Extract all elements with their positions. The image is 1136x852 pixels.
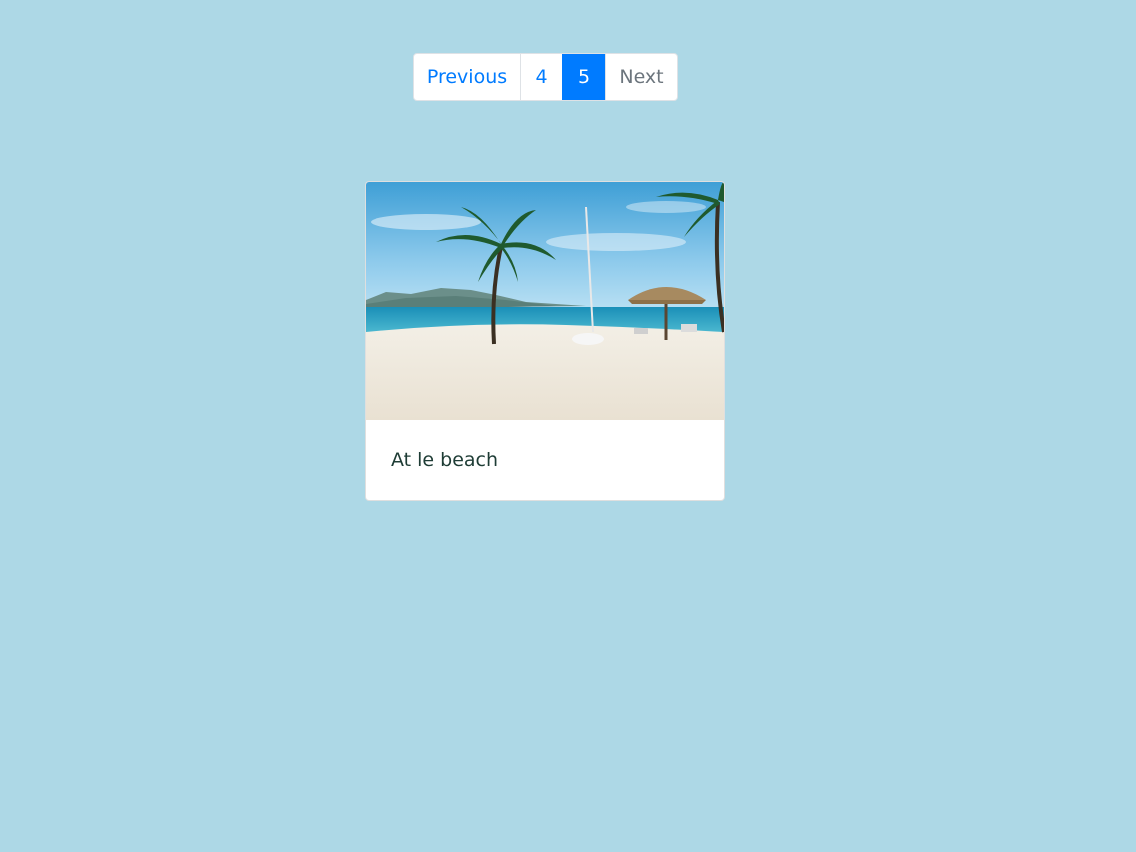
- photo-card[interactable]: At le beach: [365, 181, 725, 501]
- page-5-button-active[interactable]: 5: [562, 54, 605, 100]
- previous-page-button[interactable]: Previous: [414, 54, 520, 100]
- pagination: Previous 4 5 Next: [413, 53, 678, 101]
- card-title: At le beach: [391, 449, 499, 471]
- page-4-button[interactable]: 4: [520, 54, 562, 100]
- card-body: At le beach: [366, 420, 724, 500]
- next-page-button[interactable]: Next: [605, 54, 677, 100]
- beach-photo: [366, 182, 724, 420]
